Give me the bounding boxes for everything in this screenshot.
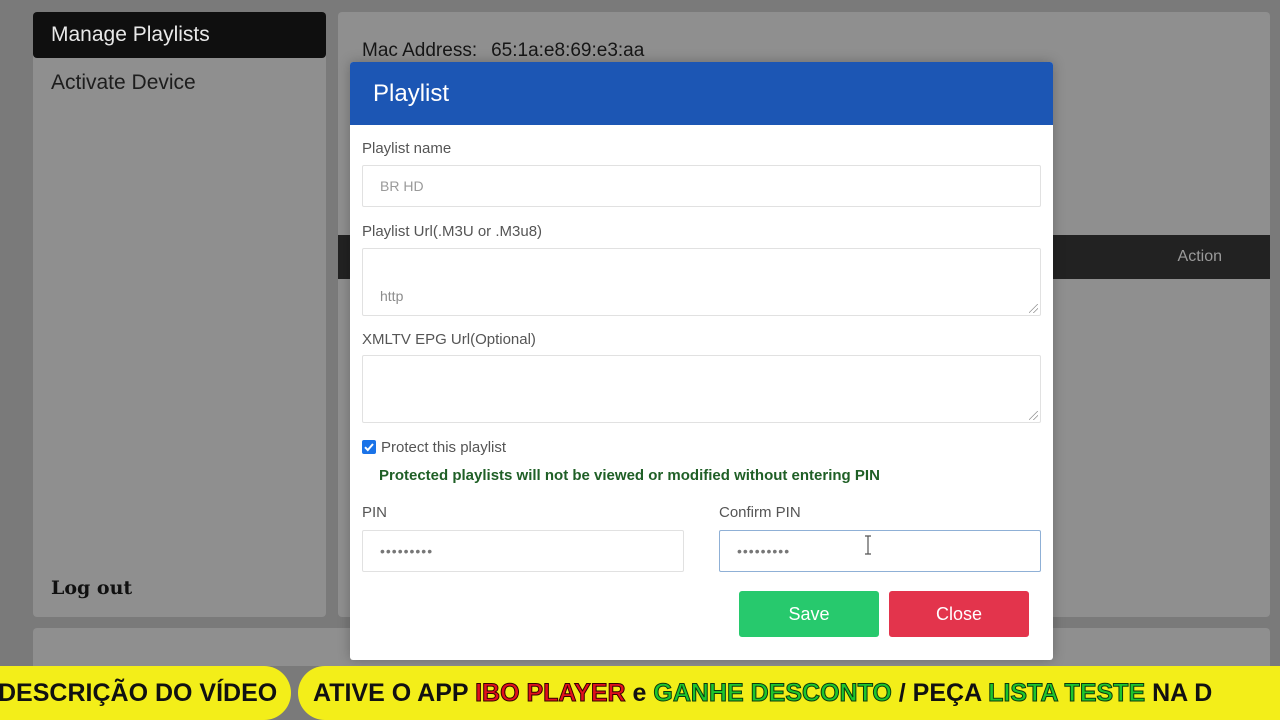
sidebar-item-activate-device[interactable]: Activate Device <box>33 60 326 106</box>
promo-ticker: DESCRIÇÃO DO VÍDEO ATIVE O APP IBO PLAYE… <box>0 666 1280 720</box>
sidebar-item-manage-playlists[interactable]: Manage Playlists <box>33 12 326 58</box>
playlist-modal: Playlist Playlist name BR HD Playlist Ur… <box>350 62 1053 660</box>
resize-grip-icon[interactable] <box>1029 411 1038 420</box>
playlist-url-value: http username=19ba2k&password=14867005x&… <box>380 288 839 315</box>
protect-playlist-checkbox[interactable] <box>362 440 376 454</box>
playlist-url-textarea[interactable]: http username=19ba2k&password=14867005x&… <box>362 248 1041 316</box>
ticker-right-pill: ATIVE O APP IBO PLAYER e GANHE DESCONTO … <box>298 666 1280 720</box>
protect-playlist-label[interactable]: Protect this playlist <box>381 439 506 456</box>
ticker-text-part: / PEÇA <box>891 679 989 707</box>
epg-url-label: XMLTV EPG Url(Optional) <box>362 331 536 348</box>
checkmark-icon <box>364 443 374 452</box>
ticker-text-part: NA D <box>1145 679 1213 707</box>
logout-link[interactable]: Log out <box>51 577 132 599</box>
confirm-pin-label: Confirm PIN <box>719 504 801 521</box>
epg-url-textarea[interactable] <box>362 355 1041 423</box>
modal-title: Playlist <box>350 62 1053 125</box>
playlist-url-label: Playlist Url(.M3U or .M3u8) <box>362 223 543 240</box>
close-button[interactable]: Close <box>889 591 1029 637</box>
text-cursor-icon <box>865 535 871 555</box>
pin-input[interactable]: ••••••••• <box>362 530 684 572</box>
save-button[interactable]: Save <box>739 591 879 637</box>
mac-address-label: Mac Address: <box>362 40 478 61</box>
ticker-app-name: IBO PLAYER <box>475 679 627 708</box>
action-column-header: Action <box>1177 248 1222 265</box>
ticker-text-part: e <box>625 679 654 707</box>
ticker-discount-text: GANHE DESCONTO <box>653 679 892 708</box>
mac-address-value: 65:1a:e8:69:e3:aa <box>491 40 645 61</box>
playlist-name-label: Playlist name <box>362 140 452 157</box>
ticker-trial-text: LISTA TESTE <box>988 679 1146 708</box>
mac-address-row: Mac Address: 65:1a:e8:69:e3:aa <box>362 40 644 62</box>
ticker-left-text: DESCRIÇÃO DO VÍDEO <box>0 679 278 707</box>
ticker-text-part: ATIVE O APP <box>313 679 476 707</box>
protect-note: Protected playlists will not be viewed o… <box>379 467 880 484</box>
sidebar: Manage Playlists Activate Device Log out <box>33 12 326 617</box>
ticker-left-pill: DESCRIÇÃO DO VÍDEO <box>0 666 291 720</box>
confirm-pin-input[interactable]: ••••••••• <box>719 530 1041 572</box>
resize-grip-icon[interactable] <box>1029 304 1038 313</box>
playlist-name-input[interactable]: BR HD <box>362 165 1041 207</box>
pin-label: PIN <box>362 504 388 521</box>
